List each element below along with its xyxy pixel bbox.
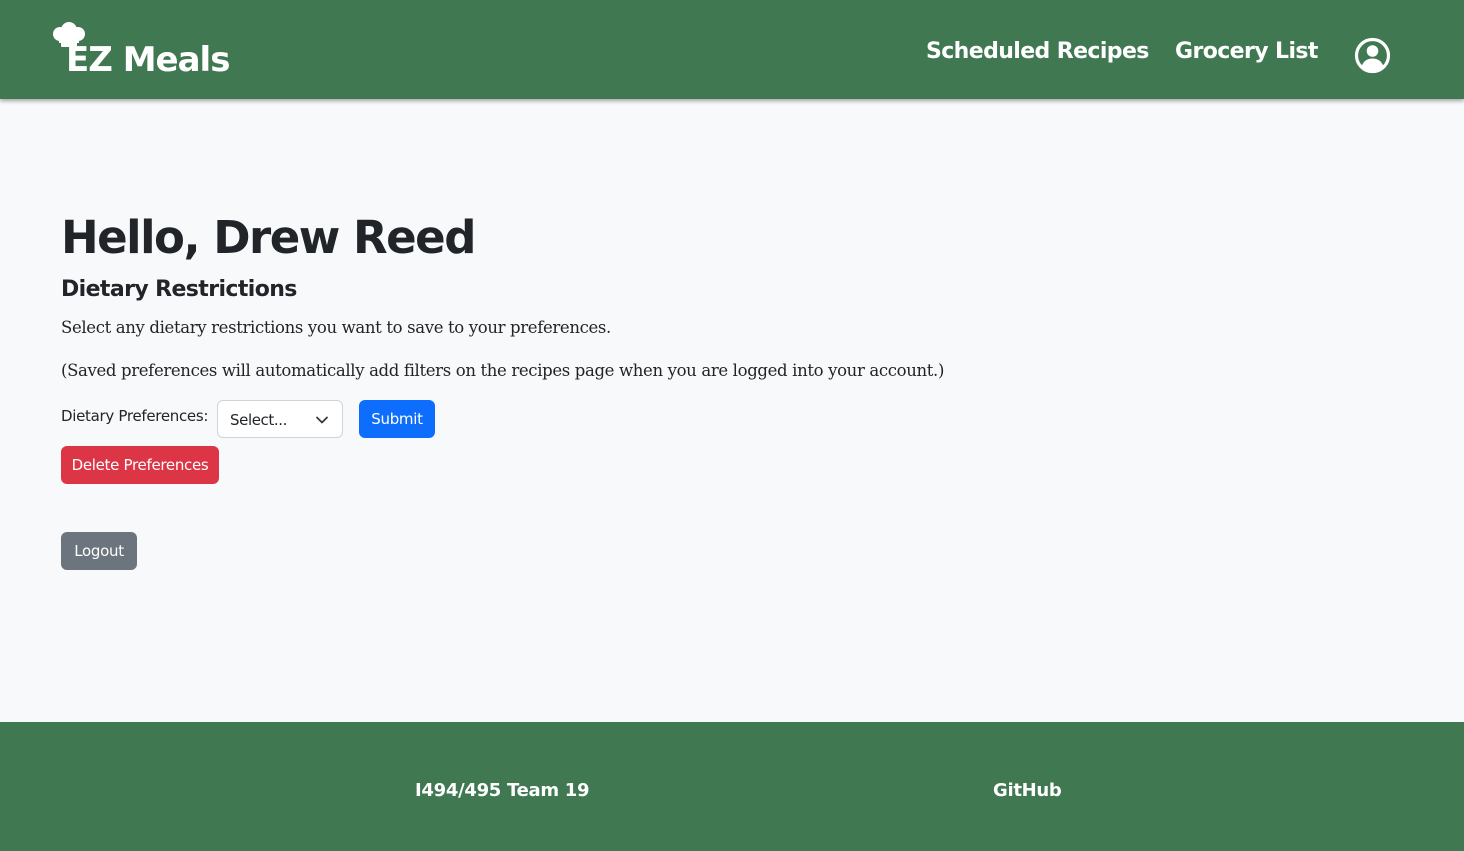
nav-grocery-list[interactable]: Grocery List [1175,36,1318,68]
github-link[interactable]: GitHub [993,779,1062,803]
dietary-restrictions-heading: Dietary Restrictions [61,277,297,302]
brand-logo-link[interactable]: EZ Meals [50,22,240,80]
brand-name: EZ Meals [66,40,230,80]
chevron-down-icon [316,416,328,424]
delete-preferences-button[interactable]: Delete Preferences [61,446,219,484]
logout-button[interactable]: Logout [61,532,137,570]
select-value: Select... [230,411,287,429]
dietary-preferences-select[interactable]: Select... [217,400,343,438]
dietary-preferences-label: Dietary Preferences: [61,407,209,425]
page-title: Hello, Drew Reed [61,211,476,264]
footer-team-label: I494/495 Team 19 [415,780,590,801]
preferences-note: (Saved preferences will automatically ad… [61,361,945,380]
dietary-description: Select any dietary restrictions you want… [61,318,611,337]
user-circle-icon[interactable] [1354,37,1391,74]
top-navbar: EZ Meals Scheduled Recipes Grocery List [0,0,1464,99]
nav-scheduled-recipes[interactable]: Scheduled Recipes [926,36,1149,68]
page-footer: I494/495 Team 19 GitHub [0,722,1464,851]
submit-button[interactable]: Submit [359,400,435,438]
